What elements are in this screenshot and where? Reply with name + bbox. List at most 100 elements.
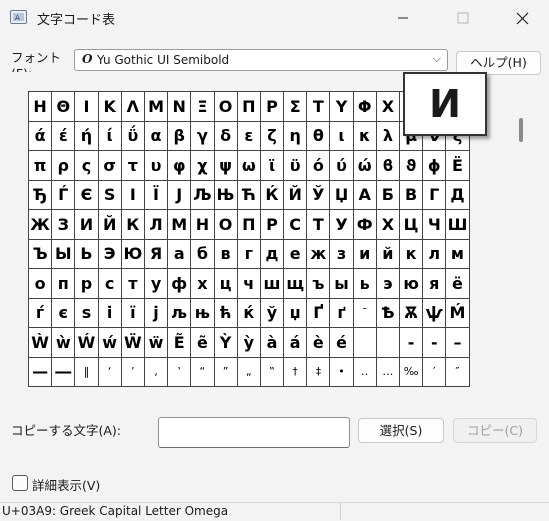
char-cell[interactable]: З <box>52 210 76 240</box>
char-cell[interactable]: ‥ <box>353 357 377 387</box>
char-cell[interactable]: Ẽ <box>168 328 192 358</box>
char-cell[interactable]: й <box>376 239 400 269</box>
char-cell[interactable]: ẽ <box>191 328 215 358</box>
char-cell[interactable]: ‟ <box>260 357 285 387</box>
char-cell[interactable]: Ю <box>121 239 145 269</box>
char-cell[interactable]: Џ <box>330 180 354 210</box>
char-cell[interactable]: П <box>237 210 261 240</box>
char-cell[interactable]: “ <box>191 357 215 387</box>
char-cell[interactable]: ϕ <box>423 151 447 181</box>
char-cell[interactable]: ρ <box>52 151 76 181</box>
char-cell[interactable]: ѱ <box>423 298 447 328</box>
char-cell[interactable]: и <box>353 239 377 269</box>
char-cell[interactable]: О <box>214 210 238 240</box>
char-cell[interactable]: Ο <box>214 92 238 122</box>
char-cell[interactable]: Ш <box>446 210 470 240</box>
char-cell[interactable]: Ẁ <box>29 328 53 358</box>
char-cell[interactable]: м <box>446 239 470 269</box>
char-cell[interactable]: „ <box>237 357 261 387</box>
char-cell[interactable]: ή <box>75 121 99 151</box>
char-cell[interactable]: х <box>191 269 215 299</box>
char-cell[interactable]: а <box>168 239 192 269</box>
font-dropdown[interactable]: O Yu Gothic UI Semibold ⌵ <box>74 49 448 71</box>
char-cell[interactable]: ‖ <box>75 357 99 387</box>
char-cell[interactable]: ‰ <box>400 357 424 387</box>
minimize-button[interactable] <box>380 0 426 36</box>
char-cell[interactable]: ϋ <box>284 151 308 181</box>
char-cell[interactable]: ″ <box>446 357 470 387</box>
char-cell[interactable]: ϊ <box>260 151 285 181</box>
char-cell[interactable]: э <box>376 269 400 299</box>
char-cell[interactable]: τ <box>121 151 145 181</box>
char-cell[interactable]: ΰ <box>121 121 145 151</box>
char-cell[interactable]: Ẃ <box>75 328 99 358</box>
char-cell[interactable]: ‡ <box>307 357 331 387</box>
char-cell[interactable]: М <box>168 210 192 240</box>
char-cell[interactable]: т <box>121 269 145 299</box>
char-cell[interactable]: ’ <box>121 357 145 387</box>
char-cell[interactable] <box>376 328 400 358</box>
char-cell[interactable]: љ <box>168 298 192 328</box>
char-cell[interactable]: ψ <box>214 151 238 181</box>
char-cell[interactable]: њ <box>191 298 215 328</box>
char-cell[interactable]: Ї <box>144 180 169 210</box>
char-cell[interactable]: ˉ <box>353 298 377 328</box>
char-cell[interactable]: Ђ <box>29 180 53 210</box>
char-cell[interactable]: ẁ <box>52 328 76 358</box>
char-cell[interactable]: Σ <box>284 92 308 122</box>
char-cell[interactable]: à <box>260 328 285 358</box>
char-cell[interactable]: † <box>284 357 308 387</box>
char-cell[interactable]: ћ <box>214 298 238 328</box>
char-cell[interactable]: ј <box>144 298 169 328</box>
char-cell[interactable]: ς <box>75 151 99 181</box>
char-cell[interactable]: ε <box>237 121 261 151</box>
char-cell[interactable]: Й <box>98 210 122 240</box>
char-cell[interactable]: ” <box>214 357 238 387</box>
char-cell[interactable]: ί <box>98 121 122 151</box>
char-cell[interactable]: ы <box>330 269 354 299</box>
char-cell[interactable]: о <box>29 269 53 299</box>
char-cell[interactable]: џ <box>284 298 308 328</box>
char-cell[interactable]: ώ <box>353 151 377 181</box>
char-cell[interactable]: Ѕ <box>98 180 122 210</box>
char-cell[interactable]: ґ <box>330 298 354 328</box>
char-cell[interactable]: Ь <box>75 239 99 269</box>
char-cell[interactable]: ‛ <box>168 357 192 387</box>
char-cell[interactable]: з <box>330 239 354 269</box>
char-cell[interactable]: Ў <box>307 180 331 210</box>
char-cell[interactable]: ќ <box>237 298 261 328</box>
char-cell[interactable]: ж <box>307 239 331 269</box>
char-cell[interactable]: И <box>75 210 99 240</box>
char-cell[interactable]: • <box>330 357 354 387</box>
char-cell[interactable]: è <box>307 328 331 358</box>
char-cell[interactable]: Ν <box>168 92 192 122</box>
char-cell[interactable]: σ <box>98 151 122 181</box>
char-cell[interactable]: ‚ <box>144 357 169 387</box>
char-cell[interactable]: Л <box>144 210 169 240</box>
char-cell[interactable]: р <box>75 269 99 299</box>
char-cell[interactable]: ‘ <box>98 357 122 387</box>
char-cell[interactable]: ѓ <box>29 298 53 328</box>
copy-chars-input[interactable] <box>158 417 350 448</box>
char-cell[interactable]: χ <box>191 151 215 181</box>
char-cell[interactable]: Ц <box>400 210 424 240</box>
char-cell[interactable]: Ј <box>168 180 192 210</box>
char-cell[interactable]: У <box>330 210 354 240</box>
char-cell[interactable]: έ <box>52 121 76 151</box>
char-cell[interactable]: ю <box>400 269 424 299</box>
char-cell[interactable]: α <box>144 121 169 151</box>
char-cell[interactable]: Ѫ <box>400 298 424 328</box>
char-cell[interactable]: Ỳ <box>214 328 238 358</box>
char-cell[interactable]: Т <box>307 210 331 240</box>
char-cell[interactable]: β <box>168 121 192 151</box>
copy-button[interactable]: コピー(C) <box>453 418 537 443</box>
char-cell[interactable]: λ <box>376 121 400 151</box>
char-cell[interactable]: к <box>400 239 424 269</box>
char-cell[interactable]: б <box>191 239 215 269</box>
char-cell[interactable]: щ <box>284 269 308 299</box>
char-cell[interactable]: Ë <box>446 151 470 181</box>
char-cell[interactable]: Υ <box>330 92 354 122</box>
char-cell[interactable]: η <box>284 121 308 151</box>
char-cell[interactable]: в <box>214 239 238 269</box>
char-cell[interactable]: υ <box>144 151 169 181</box>
